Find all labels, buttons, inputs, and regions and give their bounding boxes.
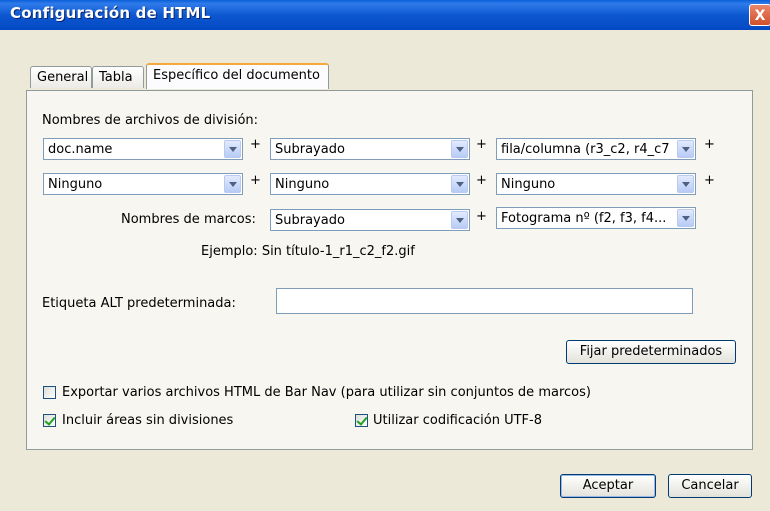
frame-name-2-select[interactable]: Fotograma nº (f2, f3, f4... <box>496 207 696 229</box>
chevron-down-icon[interactable] <box>224 140 241 158</box>
close-icon: X <box>754 8 766 24</box>
plus-sign: + <box>250 137 261 152</box>
chevron-down-icon[interactable] <box>451 175 468 193</box>
close-button[interactable]: X <box>749 4 770 26</box>
tab-table[interactable]: Tabla <box>92 66 144 88</box>
cancel-label: Cancelar <box>681 478 739 493</box>
tab-document-specific-label: Específico del documento <box>153 68 320 83</box>
plus-sign: + <box>476 173 487 188</box>
chevron-down-icon[interactable] <box>224 175 241 193</box>
cancel-button[interactable]: Cancelar <box>668 474 752 498</box>
tab-general-label: General <box>37 70 89 85</box>
plus-sign: + <box>476 137 487 152</box>
frame-name-1-select[interactable]: Subrayado <box>270 209 470 231</box>
tab-table-label: Tabla <box>99 70 133 85</box>
frame-name-1-value: Subrayado <box>275 213 345 228</box>
split-name-4-select[interactable]: Ninguno <box>43 173 243 195</box>
split-name-6-select[interactable]: Ninguno <box>496 173 696 195</box>
example-text: Ejemplo: Sin título-1_r1_c2_f2.gif <box>201 244 415 259</box>
plus-sign: + <box>704 173 715 188</box>
set-defaults-label: Fijar predeterminados <box>579 344 723 359</box>
window-title: Configuración de HTML <box>10 4 211 22</box>
chevron-down-icon[interactable] <box>677 209 694 227</box>
chevron-down-icon[interactable] <box>677 175 694 193</box>
split-name-2-value: Subrayado <box>275 142 345 157</box>
frame-name-2-value: Fotograma nº (f2, f3, f4... <box>501 211 667 226</box>
split-name-1-select[interactable]: doc.name <box>43 138 243 160</box>
set-defaults-button[interactable]: Fijar predeterminados <box>566 340 736 364</box>
alt-tag-input[interactable] <box>276 288 693 314</box>
utf8-label[interactable]: Utilizar codificación UTF-8 <box>373 413 542 428</box>
plus-sign: + <box>476 209 487 224</box>
split-name-4-value: Ninguno <box>48 177 103 192</box>
split-name-5-value: Ninguno <box>275 177 330 192</box>
export-multiple-checkbox[interactable] <box>43 386 56 399</box>
export-multiple-label[interactable]: Exportar varios archivos HTML de Bar Nav… <box>62 385 591 400</box>
split-name-3-value: fila/columna (r3_c2, r4_c7 <box>501 142 670 157</box>
utf8-checkbox[interactable] <box>355 414 368 427</box>
split-name-1-value: doc.name <box>48 142 113 157</box>
split-name-5-select[interactable]: Ninguno <box>270 173 470 195</box>
split-names-label: Nombres de archivos de división: <box>42 113 259 128</box>
frame-names-label: Nombres de marcos: <box>121 212 256 227</box>
include-undivided-label[interactable]: Incluir áreas sin divisiones <box>62 413 233 428</box>
tab-general[interactable]: General <box>30 66 92 88</box>
ok-button[interactable]: Aceptar <box>560 474 656 498</box>
plus-sign: + <box>250 173 261 188</box>
chevron-down-icon[interactable] <box>451 140 468 158</box>
plus-sign: + <box>704 137 715 152</box>
split-name-6-value: Ninguno <box>501 177 556 192</box>
tab-document-specific[interactable]: Específico del documento <box>146 63 329 89</box>
alt-tag-label: Etiqueta ALT predeterminada: <box>42 296 236 311</box>
ok-label: Aceptar <box>582 478 634 493</box>
chevron-down-icon[interactable] <box>451 211 468 229</box>
split-name-3-select[interactable]: fila/columna (r3_c2, r4_c7 <box>496 138 696 160</box>
split-name-2-select[interactable]: Subrayado <box>270 138 470 160</box>
chevron-down-icon[interactable] <box>677 140 694 158</box>
title-bar: Configuración de HTML X <box>0 0 770 30</box>
include-undivided-checkbox[interactable] <box>43 414 56 427</box>
